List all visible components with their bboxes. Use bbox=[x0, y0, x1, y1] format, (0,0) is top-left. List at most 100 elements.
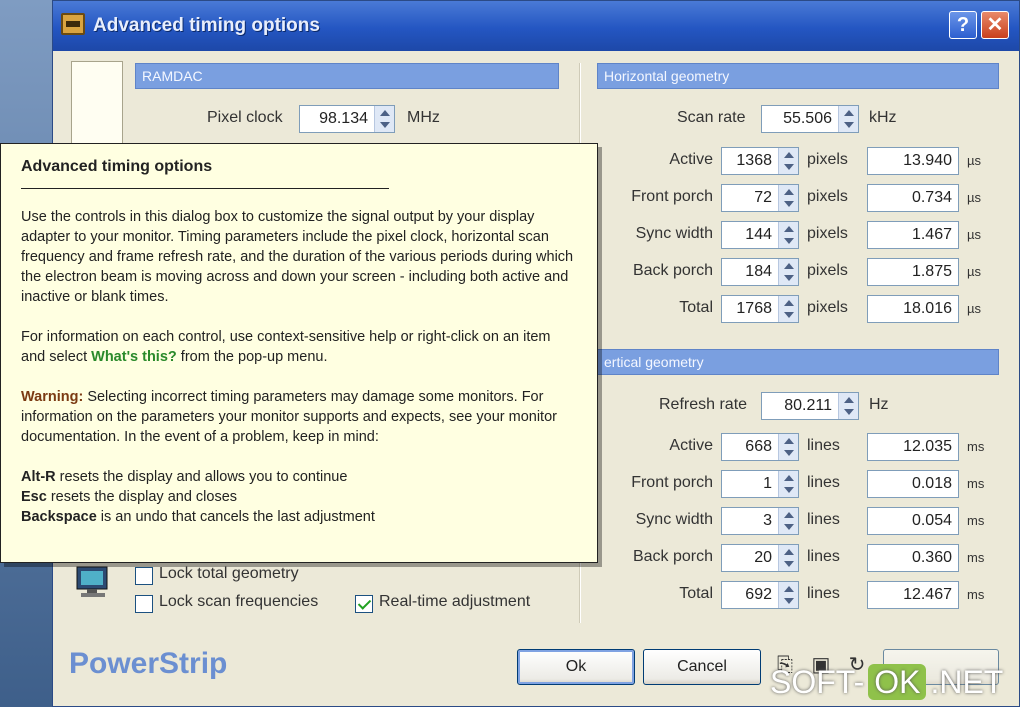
pixel-clock-label: Pixel clock bbox=[207, 109, 283, 126]
vertical-count-unit: lines bbox=[807, 474, 840, 491]
key-esc-name: Esc bbox=[21, 489, 47, 505]
horizontal-time-field[interactable]: 1.875 bbox=[867, 258, 959, 286]
horizontal-count-unit: pixels bbox=[807, 188, 848, 205]
scan-rate-label: Scan rate bbox=[677, 109, 746, 126]
help-popup-title: Advanced timing options bbox=[21, 158, 213, 175]
lock-total-geometry-label: Lock total geometry bbox=[159, 565, 299, 582]
key-alt-r-name: Alt-R bbox=[21, 469, 56, 485]
timing-preview bbox=[71, 61, 123, 149]
horizontal-count-unit: pixels bbox=[807, 262, 848, 279]
help-popup: Advanced timing options Use the controls… bbox=[0, 143, 598, 563]
horizontal-count-spinner[interactable]: 72 bbox=[721, 184, 799, 212]
vertical-count-spinner[interactable]: 3 bbox=[721, 507, 799, 535]
vertical-count-value: 668 bbox=[745, 438, 772, 455]
key-esc: Esc resets the display and closes bbox=[21, 487, 577, 507]
horizontal-time-unit: µs bbox=[967, 227, 981, 242]
spin-arrows-icon[interactable] bbox=[778, 508, 798, 534]
spin-arrows-icon[interactable] bbox=[778, 296, 798, 322]
vertical-count-spinner[interactable]: 692 bbox=[721, 581, 799, 609]
horizontal-count-value: 184 bbox=[745, 263, 772, 280]
pixel-clock-unit: MHz bbox=[407, 109, 440, 126]
key-alt-r-text: resets the display and allows you to con… bbox=[55, 469, 348, 485]
vertical-count-spinner[interactable]: 668 bbox=[721, 433, 799, 461]
horizontal-count-spinner[interactable]: 1768 bbox=[721, 295, 799, 323]
vertical-count-unit: lines bbox=[807, 585, 840, 602]
refresh-rate-spinner[interactable]: 80.211 bbox=[761, 392, 859, 420]
horizontal-count-value: 1368 bbox=[736, 152, 772, 169]
horizontal-time-unit: µs bbox=[967, 153, 981, 168]
horizontal-time-field[interactable]: 1.467 bbox=[867, 221, 959, 249]
realtime-adjustment-label: Real-time adjustment bbox=[379, 593, 531, 610]
powerstrip-app-icon bbox=[61, 13, 85, 35]
warning-text: Selecting incorrect timing parameters ma… bbox=[21, 389, 557, 445]
key-backspace: Backspace is an undo that cancels the la… bbox=[21, 507, 577, 527]
refresh-rate-label: Refresh rate bbox=[659, 396, 748, 413]
watermark: SOFT- OK .NET bbox=[770, 664, 1003, 701]
horizontal-time-field[interactable]: 13.940 bbox=[867, 147, 959, 175]
vertical-geometry-header: ertical geometry bbox=[597, 349, 999, 375]
horizontal-count-value: 72 bbox=[754, 189, 772, 206]
spin-arrows-icon[interactable] bbox=[778, 259, 798, 285]
whats-this-link[interactable]: What's this? bbox=[91, 349, 177, 365]
vertical-count-spinner[interactable]: 1 bbox=[721, 470, 799, 498]
help-popup-divider bbox=[21, 188, 389, 189]
key-backspace-name: Backspace bbox=[21, 509, 97, 525]
help-para-2-end: from the pop-up menu. bbox=[176, 349, 328, 365]
horizontal-time-unit: µs bbox=[967, 264, 981, 279]
realtime-adjustment-checkbox[interactable] bbox=[355, 595, 373, 613]
spin-arrows-icon[interactable] bbox=[778, 582, 798, 608]
vertical-time-field[interactable]: 0.054 bbox=[867, 507, 959, 535]
key-backspace-text: is an undo that cancels the last adjustm… bbox=[96, 509, 375, 525]
powerstrip-brand: PowerStrip bbox=[69, 647, 228, 680]
horizontal-count-value: 1768 bbox=[736, 300, 772, 317]
lock-scan-frequencies-checkbox[interactable] bbox=[135, 595, 153, 613]
help-warning: Warning: Selecting incorrect timing para… bbox=[21, 387, 577, 447]
vertical-count-spinner[interactable]: 20 bbox=[721, 544, 799, 572]
vertical-time-field[interactable]: 0.360 bbox=[867, 544, 959, 572]
horizontal-count-value: 144 bbox=[745, 226, 772, 243]
spin-arrows-icon[interactable] bbox=[778, 545, 798, 571]
spin-arrows-icon[interactable] bbox=[374, 106, 394, 132]
horizontal-count-unit: pixels bbox=[807, 299, 848, 316]
horizontal-row-label: Sync width bbox=[635, 225, 713, 242]
vertical-row-label: Front porch bbox=[631, 474, 713, 491]
close-button[interactable]: ✕ bbox=[981, 11, 1009, 39]
horizontal-row-label: Front porch bbox=[631, 188, 713, 205]
spin-arrows-icon[interactable] bbox=[778, 148, 798, 174]
watermark-right: .NET bbox=[930, 664, 1004, 700]
vertical-count-value: 20 bbox=[754, 549, 772, 566]
spin-arrows-icon[interactable] bbox=[778, 185, 798, 211]
spin-arrows-icon[interactable] bbox=[778, 434, 798, 460]
help-para-1: Use the controls in this dialog box to c… bbox=[21, 209, 574, 305]
spin-arrows-icon[interactable] bbox=[838, 393, 858, 419]
cancel-button[interactable]: Cancel bbox=[643, 649, 761, 685]
horizontal-time-field[interactable]: 18.016 bbox=[867, 295, 959, 323]
horizontal-count-spinner[interactable]: 144 bbox=[721, 221, 799, 249]
horizontal-row-label: Back porch bbox=[632, 262, 713, 279]
vertical-time-field[interactable]: 12.035 bbox=[867, 433, 959, 461]
horizontal-count-spinner[interactable]: 1368 bbox=[721, 147, 799, 175]
pixel-clock-spinner[interactable]: 98.134 bbox=[299, 105, 395, 133]
spin-arrows-icon[interactable] bbox=[778, 222, 798, 248]
vertical-count-unit: lines bbox=[807, 511, 840, 528]
vertical-time-field[interactable]: 0.018 bbox=[867, 470, 959, 498]
lock-total-geometry-checkbox[interactable] bbox=[135, 567, 153, 585]
horizontal-time-field[interactable]: 0.734 bbox=[867, 184, 959, 212]
horizontal-count-spinner[interactable]: 184 bbox=[721, 258, 799, 286]
vertical-time-field[interactable]: 12.467 bbox=[867, 581, 959, 609]
vertical-row-label: Sync width bbox=[635, 511, 713, 528]
lock-scan-frequencies-label: Lock scan frequencies bbox=[159, 593, 319, 610]
vertical-count-value: 1 bbox=[763, 475, 772, 492]
ok-button[interactable]: Ok bbox=[517, 649, 635, 685]
watermark-left: SOFT- bbox=[770, 664, 865, 700]
horizontal-geometry-header: Horizontal geometry bbox=[597, 63, 999, 89]
horizontal-time-unit: µs bbox=[967, 301, 981, 316]
spin-arrows-icon[interactable] bbox=[778, 471, 798, 497]
help-button[interactable]: ? bbox=[949, 11, 977, 39]
monitor-icon bbox=[76, 566, 108, 597]
spin-arrows-icon[interactable] bbox=[838, 106, 858, 132]
vertical-count-unit: lines bbox=[807, 437, 840, 454]
key-esc-text: resets the display and closes bbox=[46, 489, 238, 505]
scan-rate-spinner[interactable]: 55.506 bbox=[761, 105, 859, 133]
title-bar[interactable]: Advanced timing options ? ✕ bbox=[53, 1, 1019, 51]
